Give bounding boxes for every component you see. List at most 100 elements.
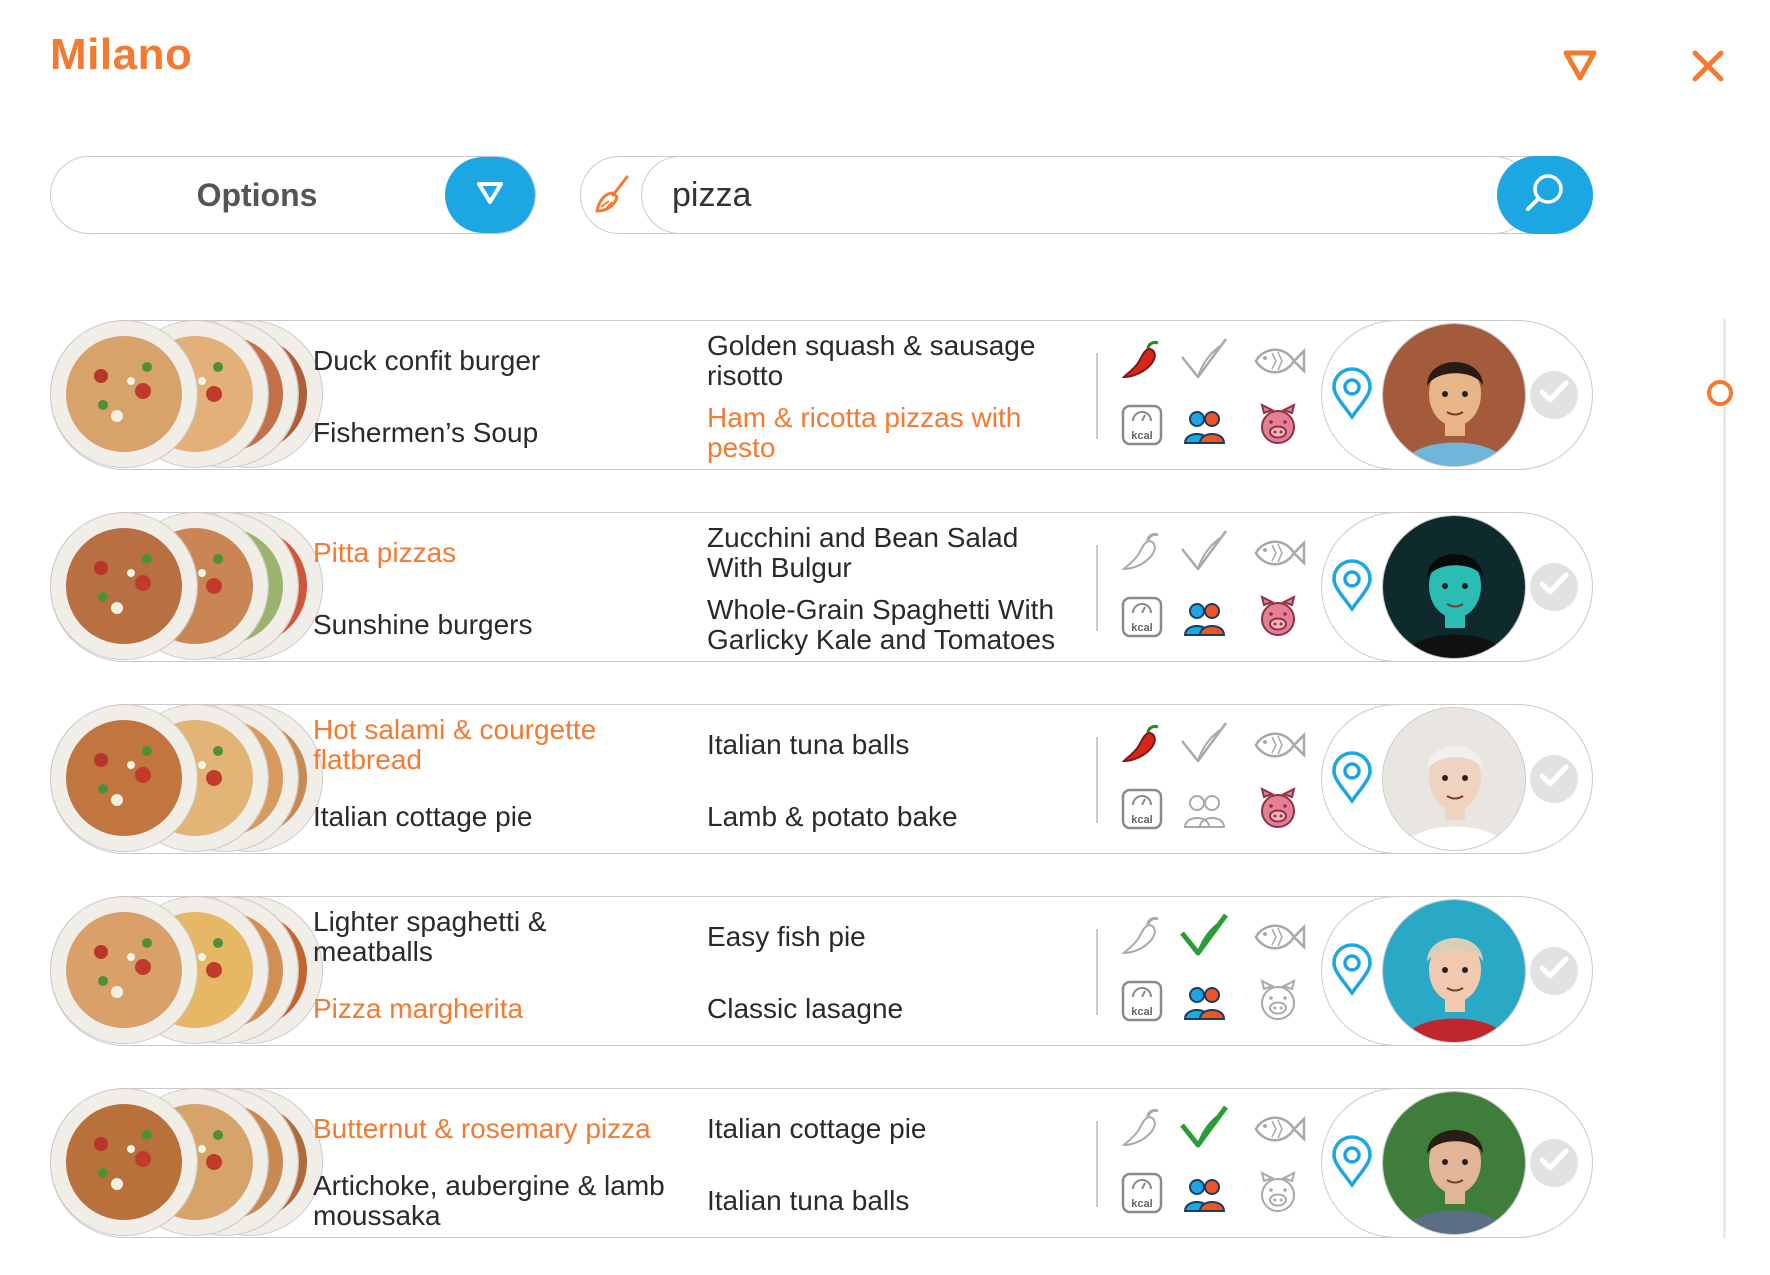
kcal-icon: kcal bbox=[1120, 403, 1164, 452]
food-thumbnails[interactable] bbox=[50, 1088, 323, 1239]
dish-name[interactable]: Duck confit burger bbox=[313, 346, 673, 376]
kcal-icon: kcal bbox=[1120, 1171, 1164, 1220]
author-capsule[interactable] bbox=[1321, 703, 1593, 854]
dish-name[interactable]: Butternut & rosemary pizza bbox=[313, 1114, 673, 1144]
close-icon[interactable] bbox=[1690, 48, 1726, 89]
dish-name[interactable]: Ham & ricotta pizzas with pesto bbox=[707, 403, 1067, 463]
dish-name[interactable]: Lamb & potato bake bbox=[707, 802, 1067, 832]
chili-icon bbox=[1118, 719, 1168, 774]
check-icon bbox=[1539, 379, 1569, 410]
app-title: Milano bbox=[50, 30, 193, 79]
location-pin-icon[interactable] bbox=[1330, 750, 1374, 810]
kcal-icon: kcal bbox=[1120, 979, 1164, 1028]
author-capsule[interactable] bbox=[1321, 1087, 1593, 1238]
pig-icon bbox=[1256, 1171, 1300, 1220]
dish-name[interactable]: Hot salami & courgette flatbread bbox=[313, 715, 673, 775]
dish-name[interactable]: Whole-Grain Spaghetti With Garlicky Kale… bbox=[707, 595, 1067, 655]
pig-icon bbox=[1256, 787, 1300, 836]
dish-name[interactable]: Fishermen’s Soup bbox=[313, 418, 673, 448]
food-thumbnails[interactable] bbox=[50, 320, 323, 471]
scrollbar-track[interactable] bbox=[1723, 318, 1726, 1238]
chili-icon bbox=[1118, 527, 1168, 582]
chili-icon bbox=[1118, 335, 1168, 390]
result-row[interactable]: Hot salami & courgette flatbread Italian … bbox=[50, 703, 1593, 855]
location-pin-icon[interactable] bbox=[1330, 366, 1374, 426]
location-pin-icon[interactable] bbox=[1330, 942, 1374, 1002]
food-photo bbox=[50, 1088, 198, 1236]
chili-icon bbox=[1118, 1103, 1168, 1158]
check-leaf-icon bbox=[1178, 1101, 1232, 1160]
broom-icon[interactable] bbox=[591, 171, 637, 222]
dish-name[interactable]: Sunshine burgers bbox=[313, 610, 673, 640]
select-check-button[interactable] bbox=[1530, 562, 1578, 611]
svg-text:kcal: kcal bbox=[1131, 430, 1152, 442]
kcal-icon: kcal bbox=[1120, 595, 1164, 644]
dish-name[interactable]: Italian cottage pie bbox=[313, 802, 673, 832]
dish-name[interactable]: Pizza margherita bbox=[313, 994, 673, 1024]
search-input[interactable] bbox=[670, 166, 1434, 225]
menu-triangle-icon[interactable] bbox=[1562, 48, 1598, 87]
people-icon bbox=[1182, 407, 1226, 452]
author-capsule[interactable] bbox=[1321, 511, 1593, 662]
icons-divider bbox=[1096, 929, 1098, 1015]
food-photo bbox=[50, 704, 198, 852]
icons-divider bbox=[1096, 1121, 1098, 1207]
search-field bbox=[641, 155, 1533, 234]
food-thumbnails[interactable] bbox=[50, 704, 323, 855]
check-leaf-icon bbox=[1178, 909, 1232, 968]
dish-name[interactable]: Golden squash & sausage risotto bbox=[707, 331, 1067, 391]
svg-text:kcal: kcal bbox=[1131, 1198, 1152, 1210]
avatar[interactable] bbox=[1382, 706, 1526, 851]
check-icon bbox=[1539, 955, 1569, 986]
options-toggle-button[interactable] bbox=[445, 157, 535, 233]
dish-name[interactable]: Easy fish pie bbox=[707, 922, 1067, 952]
author-capsule[interactable] bbox=[1321, 319, 1593, 470]
icons-divider bbox=[1096, 737, 1098, 823]
select-check-button[interactable] bbox=[1530, 754, 1578, 803]
dish-name[interactable]: Classic lasagne bbox=[707, 994, 1067, 1024]
select-check-button[interactable] bbox=[1530, 946, 1578, 995]
people-icon bbox=[1182, 983, 1226, 1028]
kcal-icon: kcal bbox=[1120, 787, 1164, 836]
people-icon bbox=[1182, 791, 1226, 836]
avatar[interactable] bbox=[1382, 322, 1526, 467]
pig-icon bbox=[1256, 595, 1300, 644]
chili-icon bbox=[1118, 911, 1168, 966]
dish-name[interactable]: Italian tuna balls bbox=[707, 730, 1067, 760]
food-photo bbox=[50, 512, 198, 660]
select-check-button[interactable] bbox=[1530, 1138, 1578, 1187]
svg-text:kcal: kcal bbox=[1131, 814, 1152, 826]
location-pin-icon[interactable] bbox=[1330, 1134, 1374, 1194]
options-label: Options bbox=[196, 177, 318, 213]
svg-text:kcal: kcal bbox=[1131, 1006, 1152, 1018]
dish-name[interactable]: Artichoke, aubergine & lamb moussaka bbox=[313, 1171, 673, 1231]
dish-name[interactable]: Zucchini and Bean Salad With Bulgur bbox=[707, 523, 1067, 583]
location-pin-icon[interactable] bbox=[1330, 558, 1374, 618]
dish-name[interactable]: Italian cottage pie bbox=[707, 1114, 1067, 1144]
check-leaf-icon bbox=[1178, 333, 1232, 392]
triangle-down-icon bbox=[475, 180, 505, 211]
check-leaf-icon bbox=[1178, 525, 1232, 584]
result-row[interactable]: Lighter spaghetti & meatballs Pizza margh… bbox=[50, 895, 1593, 1047]
result-row[interactable]: Duck confit burger Fishermen’s Soup Golden… bbox=[50, 319, 1593, 471]
result-row[interactable]: Pitta pizzas Sunshine burgers Zucchini and… bbox=[50, 511, 1593, 663]
options-dropdown[interactable]: Options bbox=[50, 156, 536, 234]
check-leaf-icon bbox=[1178, 717, 1232, 776]
avatar[interactable] bbox=[1382, 514, 1526, 659]
dish-name[interactable]: Lighter spaghetti & meatballs bbox=[313, 907, 673, 967]
check-icon bbox=[1539, 571, 1569, 602]
select-check-button[interactable] bbox=[1530, 370, 1578, 419]
dish-name[interactable]: Italian tuna balls bbox=[707, 1186, 1067, 1216]
food-photo bbox=[50, 320, 198, 468]
avatar[interactable] bbox=[1382, 1090, 1526, 1235]
scrollbar-thumb[interactable] bbox=[1707, 380, 1733, 406]
search-button[interactable] bbox=[1496, 155, 1593, 234]
check-icon bbox=[1539, 1147, 1569, 1178]
food-thumbnails[interactable] bbox=[50, 896, 323, 1047]
result-row[interactable]: Butternut & rosemary pizza Artichoke, aub… bbox=[50, 1087, 1593, 1239]
food-thumbnails[interactable] bbox=[50, 512, 323, 663]
author-capsule[interactable] bbox=[1321, 895, 1593, 1046]
people-icon bbox=[1182, 1175, 1226, 1220]
dish-name[interactable]: Pitta pizzas bbox=[313, 538, 673, 568]
avatar[interactable] bbox=[1382, 898, 1526, 1043]
